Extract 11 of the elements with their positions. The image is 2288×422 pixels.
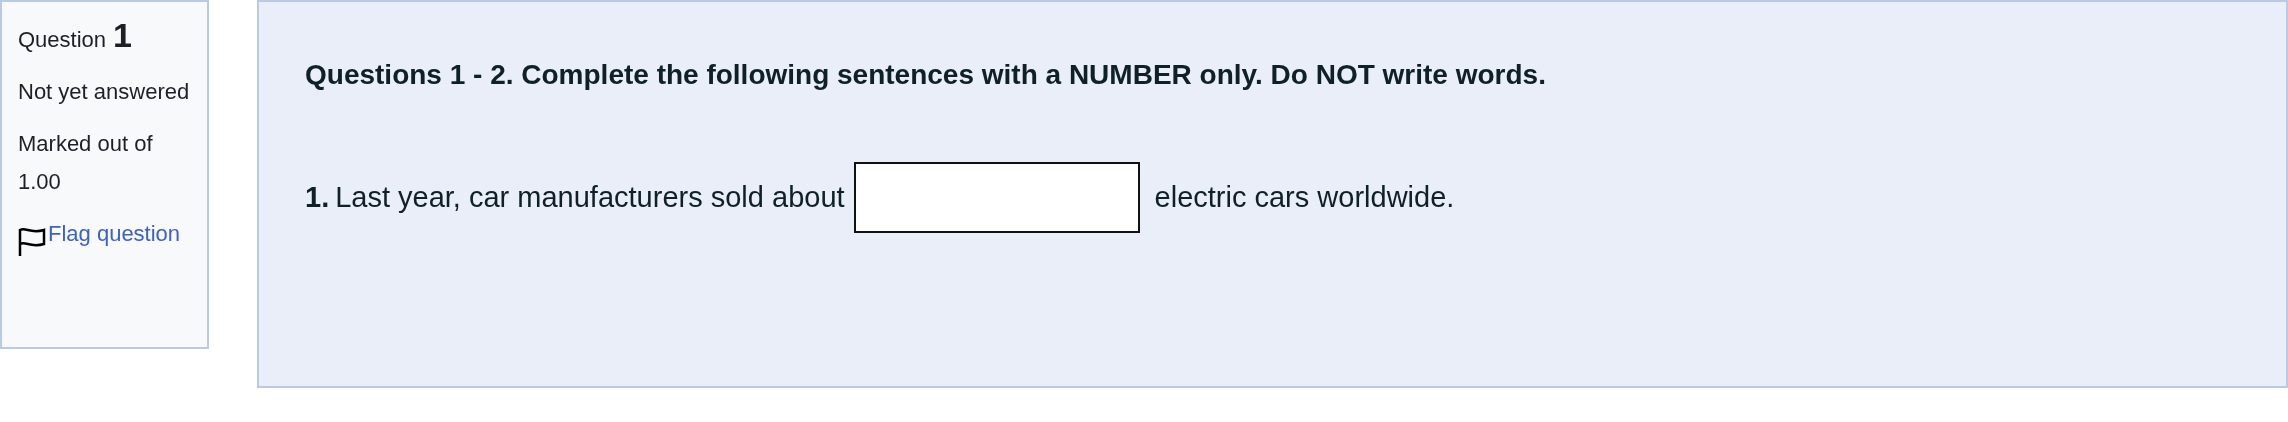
flag-icon — [18, 227, 46, 257]
status-text: Not yet answered — [18, 78, 191, 106]
question-label: Question — [18, 26, 107, 54]
sentence-start: Last year, car manufacturers sold about — [335, 179, 845, 215]
flag-question-link[interactable]: Flag question — [48, 215, 181, 253]
instruction-heading: Questions 1 - 2. Complete the following sentences with a NUMBER only. Do NOT write words. — [305, 58, 1547, 92]
question-number: 1 — [113, 16, 132, 54]
sentence-end: electric cars worldwide. — [1154, 179, 1455, 215]
item-number: 1. — [305, 179, 330, 215]
marks-text: Marked out of 1.00 — [18, 130, 154, 196]
answer-field[interactable] — [853, 162, 1140, 233]
